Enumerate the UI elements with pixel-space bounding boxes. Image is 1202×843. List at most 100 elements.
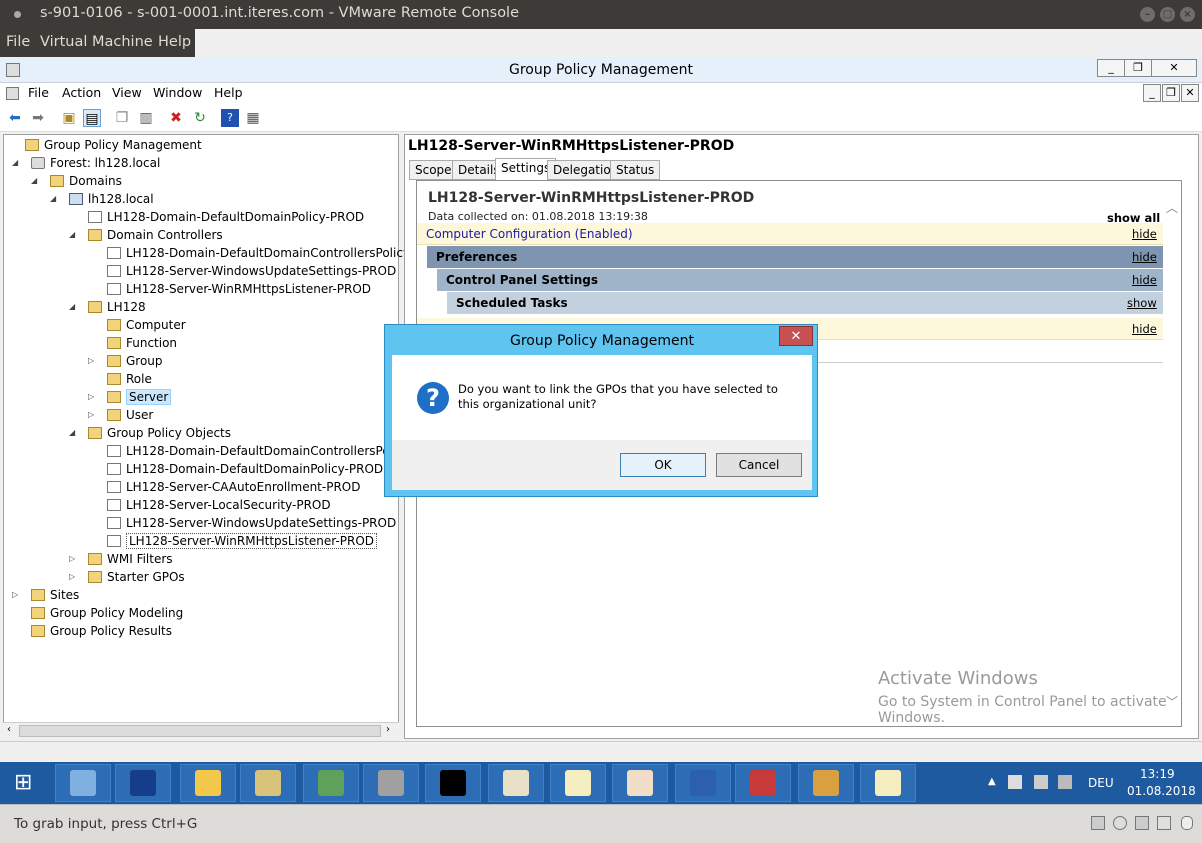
clock-date[interactable]: 01.08.2018: [1127, 784, 1196, 798]
forward-icon[interactable]: ➡: [29, 109, 47, 127]
powershell-ise-icon[interactable]: [675, 764, 731, 802]
dialog-close-button[interactable]: ✕: [779, 326, 813, 346]
hide-link[interactable]: hide: [1132, 246, 1157, 268]
collapsed-arrow-icon[interactable]: ▷: [88, 388, 94, 406]
up-folder-icon[interactable]: ▣: [60, 109, 78, 127]
refresh-icon[interactable]: ↻: [191, 109, 209, 127]
show-hide-tree-icon[interactable]: ▤: [83, 109, 101, 127]
expanded-arrow-icon[interactable]: ◢: [69, 424, 75, 442]
notepad-icon[interactable]: [550, 764, 606, 802]
hdd-icon[interactable]: [1091, 816, 1105, 830]
tree-item[interactable]: LH128-Server-WindowsUpdateSettings-PROD: [107, 514, 396, 532]
collapsed-arrow-icon[interactable]: ▷: [88, 406, 94, 424]
tree-item[interactable]: Group Policy Management: [25, 136, 202, 154]
minimize-icon[interactable]: _: [1097, 59, 1125, 77]
tray-volume-icon[interactable]: [1058, 775, 1072, 789]
floppy-icon[interactable]: [1135, 816, 1149, 830]
certificate-icon[interactable]: [488, 764, 544, 802]
tray-network-icon[interactable]: [1034, 775, 1048, 789]
minimize-icon[interactable]: –: [1140, 7, 1155, 22]
ad-users-icon[interactable]: [240, 764, 296, 802]
tree-horizontal-scrollbar[interactable]: ‹ ›: [3, 722, 399, 739]
dns-icon[interactable]: [363, 764, 419, 802]
gpm-editor-icon[interactable]: [612, 764, 668, 802]
powershell-icon[interactable]: [115, 764, 171, 802]
scroll-right-icon[interactable]: ›: [386, 724, 390, 735]
tree-item[interactable]: LH128-Domain-DefaultDomainControllersPol…: [107, 442, 414, 460]
tree-item[interactable]: LH128-Domain-DefaultDomainPolicy-PROD: [88, 208, 364, 226]
restore-icon[interactable]: ❐: [1124, 59, 1152, 77]
tree-item[interactable]: Group Policy Results: [31, 622, 172, 640]
child-minimize-icon[interactable]: _: [1143, 84, 1161, 102]
scroll-up-icon[interactable]: ︿: [1166, 199, 1178, 216]
cancel-button[interactable]: Cancel: [716, 453, 802, 477]
cmd-icon[interactable]: [425, 764, 481, 802]
back-icon[interactable]: ⬅: [6, 109, 24, 127]
tree-item[interactable]: lh128.local: [69, 190, 154, 208]
collapsed-arrow-icon[interactable]: ▷: [12, 586, 18, 604]
tree-item[interactable]: LH128-Server-CAAutoEnrollment-PROD: [107, 478, 360, 496]
tray-expand-icon[interactable]: ▲: [988, 776, 996, 787]
notes-icon[interactable]: [860, 764, 916, 802]
help-icon[interactable]: ?: [221, 109, 239, 127]
close-icon[interactable]: ×: [1180, 7, 1195, 22]
properties-icon[interactable]: ▦: [244, 109, 262, 127]
expanded-arrow-icon[interactable]: ◢: [12, 154, 18, 172]
show-link[interactable]: show: [1127, 292, 1157, 314]
tree-item[interactable]: LH128-Domain-DefaultDomainPolicy-PROD: [107, 460, 383, 478]
tree-item[interactable]: Forest: lh128.local: [31, 154, 160, 172]
tree-item[interactable]: Domains: [50, 172, 122, 190]
cd-icon[interactable]: [1113, 816, 1127, 830]
usb-icon[interactable]: [1181, 816, 1193, 830]
tab-status[interactable]: Status: [610, 160, 661, 180]
expanded-arrow-icon[interactable]: ◢: [69, 298, 75, 316]
collapsed-arrow-icon[interactable]: ▷: [69, 568, 75, 586]
language-indicator[interactable]: DEU: [1088, 776, 1114, 790]
close-icon[interactable]: ✕: [1151, 59, 1197, 77]
paste-icon[interactable]: ▥: [137, 109, 155, 127]
tree-item[interactable]: Computer: [107, 316, 186, 334]
vm-menu-virtual-machine[interactable]: Virtual Machine: [40, 34, 153, 50]
tree-item[interactable]: WMI Filters: [88, 550, 173, 568]
tab-scope[interactable]: Scope: [409, 160, 458, 180]
tray-flag-icon[interactable]: [1008, 775, 1022, 789]
vm-menu-file[interactable]: File: [6, 34, 30, 50]
tree-item[interactable]: Server: [107, 388, 172, 406]
network-adapter-icon[interactable]: [1157, 816, 1171, 830]
menu-action[interactable]: Action: [62, 85, 101, 100]
network-icon[interactable]: [303, 764, 359, 802]
server-manager-icon[interactable]: [55, 764, 111, 802]
tree-item[interactable]: LH128-Server-WindowsUpdateSettings-PROD: [107, 262, 396, 280]
tree-item[interactable]: Function: [107, 334, 177, 352]
menu-help[interactable]: Help: [214, 85, 243, 100]
tree-item[interactable]: Group: [107, 352, 163, 370]
tree-item[interactable]: Starter GPOs: [88, 568, 185, 586]
tree-item[interactable]: Domain Controllers: [88, 226, 223, 244]
delete-icon[interactable]: ✖: [167, 109, 185, 127]
hide-link[interactable]: hide: [1132, 223, 1157, 245]
tree-item[interactable]: Group Policy Modeling: [31, 604, 183, 622]
hide-link[interactable]: hide: [1132, 318, 1157, 340]
hide-link[interactable]: hide: [1132, 269, 1157, 291]
maximize-icon[interactable]: □: [1160, 7, 1175, 22]
child-restore-icon[interactable]: ❐: [1162, 84, 1180, 102]
tree-item[interactable]: LH128: [88, 298, 146, 316]
toolbox-icon[interactable]: [735, 764, 791, 802]
file-explorer-icon[interactable]: [180, 764, 236, 802]
child-close-icon[interactable]: ✕: [1181, 84, 1199, 102]
tree-item[interactable]: LH128-Server-WinRMHttpsListener-PROD: [107, 532, 378, 550]
menu-view[interactable]: View: [112, 85, 142, 100]
tree-item[interactable]: User: [107, 406, 153, 424]
tree-item[interactable]: LH128-Domain-DefaultDomainControllersPol…: [107, 244, 430, 262]
tree-item[interactable]: Sites: [31, 586, 79, 604]
expanded-arrow-icon[interactable]: ◢: [31, 172, 37, 190]
scrollbar-thumb[interactable]: [19, 725, 381, 737]
menu-window[interactable]: Window: [153, 85, 202, 100]
ok-button[interactable]: OK: [620, 453, 706, 477]
expanded-arrow-icon[interactable]: ◢: [69, 226, 75, 244]
start-icon[interactable]: ⊞: [14, 772, 38, 794]
tree-item[interactable]: LH128-Server-LocalSecurity-PROD: [107, 496, 331, 514]
menu-file[interactable]: File: [28, 85, 49, 100]
vm-menu-help[interactable]: Help: [158, 34, 191, 50]
collapsed-arrow-icon[interactable]: ▷: [88, 352, 94, 370]
